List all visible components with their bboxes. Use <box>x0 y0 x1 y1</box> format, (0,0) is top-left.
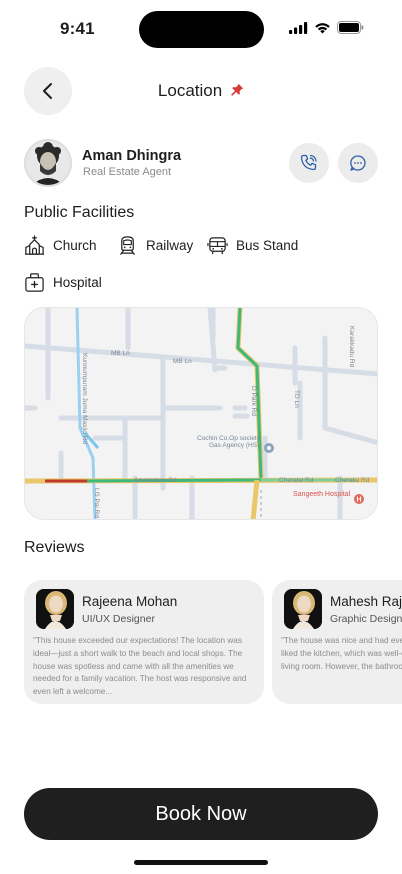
map-label-sangeeth: Sangeeth Hospital <box>293 491 351 498</box>
agent-avatar[interactable] <box>24 139 72 187</box>
train-icon <box>120 236 135 255</box>
battery-icon <box>337 21 364 34</box>
svg-text:H: H <box>357 497 362 504</box>
facilities-title: Public Facilities <box>24 204 135 221</box>
facility-railway[interactable]: Railway <box>117 235 193 256</box>
reviews-carousel[interactable]: Rajeena Mohan UI/UX Designer "This house… <box>24 580 402 704</box>
reviewer-photo <box>284 589 322 629</box>
hospital-icon <box>25 273 44 292</box>
chat-button[interactable] <box>338 143 378 183</box>
map-label-cheralai-2: Cheralai Rd <box>335 477 370 484</box>
map-label-ammankov: Ammankov Rd <box>134 477 177 484</box>
reviewer-role: Graphic Designer <box>330 613 402 625</box>
reviews-title: Reviews <box>24 539 85 556</box>
book-now-label: Book Now <box>155 802 247 825</box>
map-label-gas-agency: Gas Agency (HS) <box>209 442 259 449</box>
map-label-mb-ln-2: MB Ln <box>173 358 192 365</box>
home-indicator[interactable] <box>134 860 268 865</box>
page-title: Location <box>157 81 223 100</box>
reviewer-name: Rajeena Mohan <box>82 594 178 609</box>
facility-hospital[interactable]: Hospital <box>24 272 102 293</box>
map-label-d-park: D Park Rd <box>250 386 257 416</box>
agent-name: Aman Dhingra <box>82 148 182 164</box>
agent-row: Aman Dhingra Real Estate Agent <box>24 139 378 187</box>
book-now-button[interactable]: Book Now <box>24 788 378 840</box>
map-label-karakkadu: Karakkadu Rd <box>348 326 355 368</box>
wifi-icon <box>315 22 330 33</box>
reviewer-photo <box>36 589 74 629</box>
facility-label-railway: Railway <box>146 238 194 253</box>
map-label-mb-ln-1: MB Ln <box>111 350 130 357</box>
review-text: "This house exceeded our expectations! T… <box>33 636 247 697</box>
map-label-kunnumpuram: Kunnumpuram Juma Masjid Rd <box>81 353 88 444</box>
location-map[interactable]: Kunnumpuram Juma Masjid Rd MB Ln MB Ln D… <box>24 307 378 520</box>
dynamic-island <box>139 11 264 48</box>
agent-role: Real Estate Agent <box>83 166 172 178</box>
status-time: 9:41 <box>60 19 95 38</box>
map-label-lg-pai: LG Pai Rd <box>93 488 100 518</box>
reviewer-role: UI/UX Designer <box>82 613 155 625</box>
facility-label-church: Church <box>53 238 97 253</box>
cellular-signal-icon <box>289 21 308 34</box>
call-button[interactable] <box>289 143 329 183</box>
facility-church[interactable]: Church <box>24 235 97 256</box>
map-canvas: Kunnumpuram Juma Masjid Rd MB Ln MB Ln D… <box>25 308 377 519</box>
review-card[interactable]: Mahesh Raj Graphic Designer "The house w… <box>272 580 402 704</box>
bus-icon <box>207 237 228 255</box>
facility-label-bus-stand: Bus Stand <box>236 238 299 253</box>
status-icons <box>289 21 364 34</box>
facility-label-hospital: Hospital <box>53 275 102 290</box>
map-label-cheralai-1: Cheralai Rd <box>279 477 314 484</box>
map-label-cochin: Cochin Co.Op society <box>197 435 261 442</box>
review-text: "The house was nice and had everything w… <box>281 636 402 671</box>
header: Location <box>0 67 402 115</box>
pushpin-icon <box>226 83 244 99</box>
facility-bus-stand[interactable]: Bus Stand <box>207 235 298 256</box>
review-card[interactable]: Rajeena Mohan UI/UX Designer "This house… <box>24 580 264 704</box>
page-title-wrapper: Location <box>0 81 402 101</box>
reviewer-name: Mahesh Raj <box>330 594 402 609</box>
church-icon <box>24 235 45 255</box>
chat-bubble-icon <box>350 155 366 171</box>
phone-icon <box>300 154 317 171</box>
map-label-td-ln: TD Ln <box>293 390 300 408</box>
status-bar: 9:41 <box>0 0 402 56</box>
